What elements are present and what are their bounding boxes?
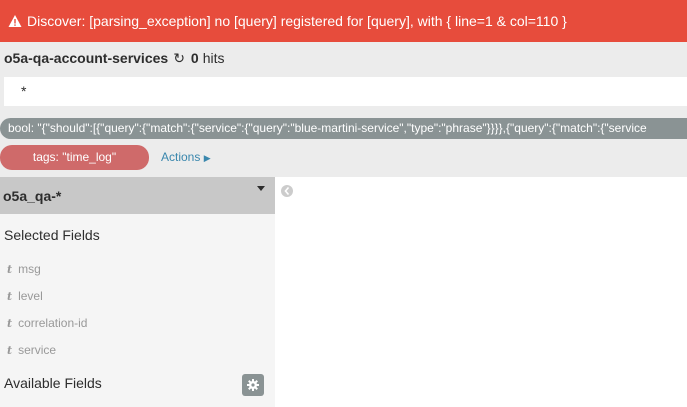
filter-pill[interactable]: bool: "{"should":[{"query":{"match":{"se… (0, 118, 687, 139)
chevron-down-icon (257, 186, 265, 191)
results-area (275, 177, 687, 407)
field-name: service (18, 343, 57, 357)
gear-icon (247, 379, 259, 391)
discover-title-bar: o5a-qa-account-services ↻ 0 hits (0, 42, 687, 74)
field-item-msg[interactable]: t msg (7, 262, 41, 276)
collapse-sidebar-button[interactable] (281, 185, 293, 197)
field-name: level (18, 289, 43, 303)
index-pattern-title: o5a-qa-account-services (4, 50, 169, 66)
hits-count: 0 (190, 50, 199, 66)
index-pattern-name: o5a_qa-* (3, 187, 62, 204)
search-bar: * (0, 74, 687, 114)
field-settings-button[interactable] (242, 374, 264, 396)
sidebar: o5a_qa-* Selected Fields t msg t level t… (0, 177, 275, 407)
string-type-icon: t (7, 262, 13, 276)
field-name: msg (18, 262, 41, 276)
error-banner: Discover: [parsing_exception] no [query]… (0, 0, 687, 42)
field-item-correlation-id[interactable]: t correlation-id (7, 316, 87, 330)
actions-label: Actions (161, 150, 201, 164)
chevron-left-icon (284, 187, 290, 195)
string-type-icon: t (7, 343, 13, 357)
search-input[interactable]: * (4, 77, 687, 106)
warning-icon (8, 15, 22, 27)
field-item-service[interactable]: t service (7, 343, 56, 357)
reload-icon[interactable]: ↻ (173, 50, 185, 67)
error-message: Discover: [parsing_exception] no [query]… (27, 13, 567, 29)
tag-filter-pill[interactable]: tags: "time_log" (0, 145, 149, 170)
selected-fields-title: Selected Fields (4, 227, 100, 243)
string-type-icon: t (7, 289, 13, 303)
filter-bar: bool: "{"should":[{"query":{"match":{"se… (0, 114, 687, 142)
caret-right-icon: ▶ (203, 153, 211, 163)
index-pattern-selector[interactable]: o5a_qa-* (0, 177, 275, 214)
available-fields-title: Available Fields (4, 375, 102, 391)
field-name: correlation-id (18, 316, 88, 330)
field-item-level[interactable]: t level (7, 289, 43, 303)
string-type-icon: t (7, 316, 13, 330)
tags-bar: tags: "time_log" Actions ▶ (0, 142, 687, 177)
hits-label: hits (202, 50, 225, 66)
actions-button[interactable]: Actions ▶ (161, 145, 211, 170)
